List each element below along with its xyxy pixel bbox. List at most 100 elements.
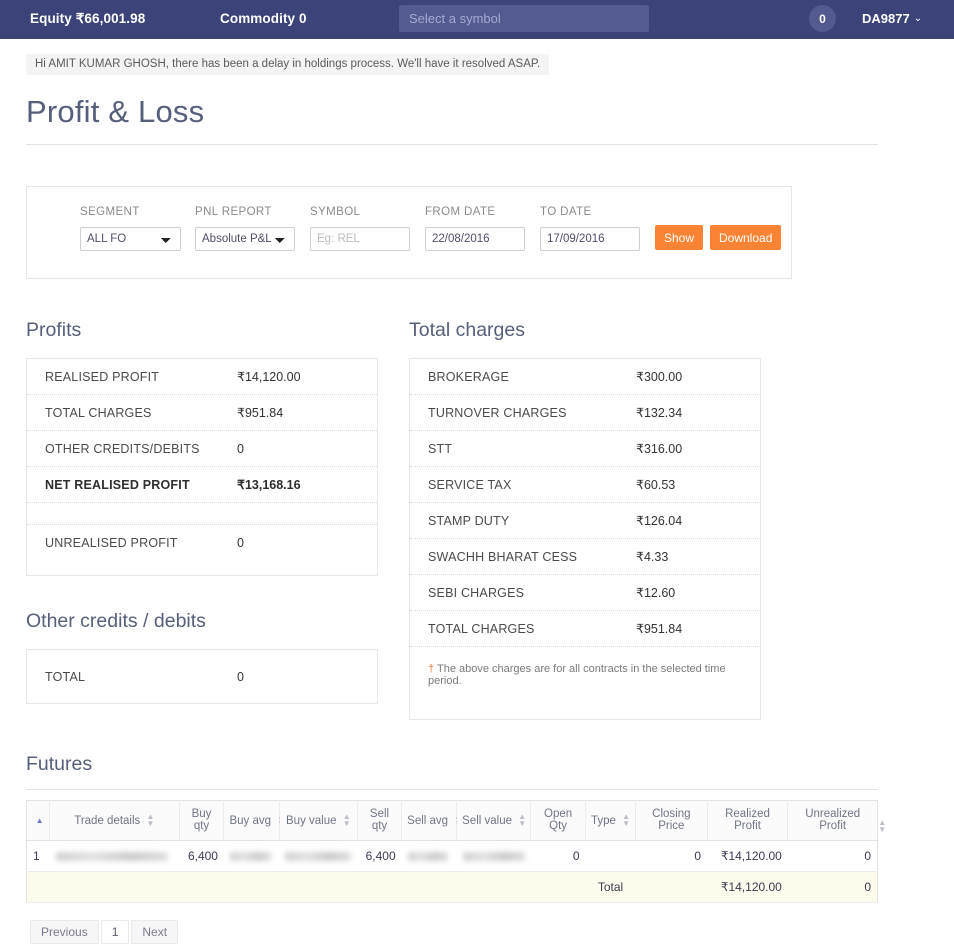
table-total-row: Total ₹14,120.00 0 xyxy=(26,871,878,903)
profit-row-net: NET REALISED PROFIT ₹13,168.16 xyxy=(27,467,377,503)
charge-value: ₹300.00 xyxy=(636,370,683,384)
total-pad xyxy=(635,871,708,903)
redacted-value xyxy=(462,852,525,862)
column-header-unrealized-profit[interactable]: Unrealized Profit ▲ ▼ xyxy=(787,800,886,841)
download-button[interactable]: Download xyxy=(710,225,782,250)
page-title: Profit & Loss xyxy=(26,94,205,129)
column-label: Buy qty xyxy=(191,808,212,832)
charges-footnote-text: The above charges are for all contracts … xyxy=(428,663,726,687)
column-header-realized-profit[interactable]: Realized Profit ▲▼ xyxy=(707,800,796,841)
cell-sell-value xyxy=(456,840,531,872)
equity-balance[interactable]: Equity ₹66,001.98 xyxy=(30,11,145,27)
segment-select[interactable]: ALL FO xyxy=(80,227,181,251)
symbol-filter-input[interactable] xyxy=(310,227,410,251)
charge-row: BROKERAGE ₹300.00 xyxy=(410,359,760,395)
symbol-label: SYMBOL xyxy=(310,206,361,218)
futures-heading: Futures xyxy=(26,753,93,775)
profit-row-label: UNREALISED PROFIT xyxy=(45,536,178,550)
profit-row-value: ₹14,120.00 xyxy=(237,370,301,384)
to-date-input[interactable] xyxy=(540,227,640,251)
charge-label: SEBI CHARGES xyxy=(428,585,525,600)
total-pad xyxy=(26,871,50,903)
column-header-closing-price[interactable]: Closing Price ▲▼ xyxy=(635,800,716,841)
total-label: Total xyxy=(585,871,636,903)
total-realized-profit: ₹14,120.00 xyxy=(707,871,788,903)
total-pad xyxy=(530,871,586,903)
pnl-report-select[interactable]: Absolute P&L xyxy=(195,227,295,251)
charge-row: STAMP DUTY ₹126.04 xyxy=(410,503,760,539)
futures-table: ▲ Trade details ▲▼ Buy qty ▲▼ Buy avg ▲▼… xyxy=(26,800,886,903)
pagination-next[interactable]: Next xyxy=(131,920,179,944)
column-header-trade-details[interactable]: Trade details ▲ ▼ xyxy=(49,800,180,841)
column-header-type[interactable]: Type ▲ ▼ xyxy=(585,800,637,841)
commodity-balance[interactable]: Commodity 0 xyxy=(220,11,307,26)
sort-icon: ▲▼ xyxy=(342,812,351,829)
symbol-search-input[interactable] xyxy=(399,5,649,32)
profit-row-label: TOTAL CHARGES xyxy=(45,405,152,420)
column-header-open-qty[interactable]: Open Qty ▲▼ xyxy=(530,800,594,841)
sort-icon: ▲▼ xyxy=(146,812,155,829)
column-header-sell-avg[interactable]: Sell avg ▲▼ xyxy=(401,800,462,841)
to-date-label: TO DATE xyxy=(540,206,592,218)
total-pad xyxy=(179,871,224,903)
cell-sell-qty: 6,400 xyxy=(357,840,402,872)
profit-row-value: ₹951.84 xyxy=(237,406,284,420)
filter-panel: SEGMENT ALL FO PNL REPORT Absolute P&L S… xyxy=(26,186,792,279)
show-button[interactable]: Show xyxy=(655,225,704,250)
column-label: Type xyxy=(591,814,616,827)
dagger-icon: † xyxy=(428,663,435,675)
pagination-page-1[interactable]: 1 xyxy=(100,920,130,944)
total-pad xyxy=(49,871,180,903)
redacted-value xyxy=(55,852,168,862)
column-label: Closing Price xyxy=(652,808,691,832)
pagination-previous[interactable]: Previous xyxy=(30,920,99,944)
charge-label: STT xyxy=(428,441,453,456)
user-id-label: DA9877 xyxy=(862,11,910,26)
other-credits-row: TOTAL 0 xyxy=(27,650,377,703)
top-navigation-bar: Equity ₹66,001.98 Commodity 0 0 DA9877 ⌄ xyxy=(0,0,954,39)
from-date-label: FROM DATE xyxy=(425,206,496,218)
column-header-index[interactable]: ▲ xyxy=(26,800,51,841)
from-date-input[interactable] xyxy=(425,227,525,251)
cell-buy-avg xyxy=(223,840,280,872)
charge-row: TURNOVER CHARGES ₹132.34 xyxy=(410,395,760,431)
charge-label: SERVICE TAX xyxy=(428,477,512,492)
column-header-buy-value[interactable]: Buy value ▲ ▼ xyxy=(279,800,358,841)
charge-label: TOTAL CHARGES xyxy=(428,621,535,636)
charge-value: ₹60.53 xyxy=(636,478,676,492)
charge-row-total: TOTAL CHARGES ₹951.84 xyxy=(410,611,760,647)
notification-count-badge[interactable]: 0 xyxy=(809,5,836,32)
column-label: Sell avg xyxy=(407,814,449,827)
column-label: Sell value xyxy=(462,814,512,827)
futures-table-body: 1 6,400 6,400 0 0 ₹14,120.00 0 Total ₹14… xyxy=(26,840,878,903)
user-menu[interactable]: DA9877 ⌄ xyxy=(862,11,922,26)
segment-label: SEGMENT xyxy=(80,206,140,218)
profit-row-label: NET REALISED PROFIT xyxy=(45,477,190,492)
charge-label: BROKERAGE xyxy=(428,369,509,384)
redacted-value xyxy=(285,852,352,862)
other-credits-value: 0 xyxy=(237,669,244,684)
column-header-sell-qty[interactable]: Sell qty ▲▼ xyxy=(357,800,410,841)
chevron-down-icon: ⌄ xyxy=(913,13,923,24)
other-credits-heading: Other credits / debits xyxy=(26,610,206,632)
charge-label: SWACHH BHARAT CESS xyxy=(428,549,578,564)
sort-ascending-icon: ▲ xyxy=(35,815,44,825)
charge-row: SEBI CHARGES ₹12.60 xyxy=(410,575,760,611)
table-row[interactable]: 1 6,400 6,400 0 0 ₹14,120.00 0 xyxy=(26,840,878,872)
profit-row: TOTAL CHARGES ₹951.84 xyxy=(27,395,377,431)
column-header-buy-avg[interactable]: Buy avg ▲▼ xyxy=(223,800,285,841)
charge-value: ₹951.84 xyxy=(636,622,683,636)
redacted-value xyxy=(229,852,271,862)
charge-value: ₹4.33 xyxy=(636,550,669,564)
column-header-buy-qty[interactable]: Buy qty ▲▼ xyxy=(179,800,233,841)
cell-trade-details xyxy=(49,840,180,872)
profit-row-value: 0 xyxy=(237,536,244,550)
column-label: Open Qty xyxy=(544,808,573,832)
title-divider xyxy=(26,144,878,145)
column-header-sell-value[interactable]: Sell value ▲ ▼ xyxy=(456,800,532,841)
profit-row-value: 0 xyxy=(237,441,244,456)
notification-banner: Hi AMIT KUMAR GHOSH, there has been a de… xyxy=(26,54,550,75)
cell-unrealized-profit: 0 xyxy=(787,840,878,872)
total-pad xyxy=(279,871,358,903)
cell-sell-avg xyxy=(401,840,457,872)
